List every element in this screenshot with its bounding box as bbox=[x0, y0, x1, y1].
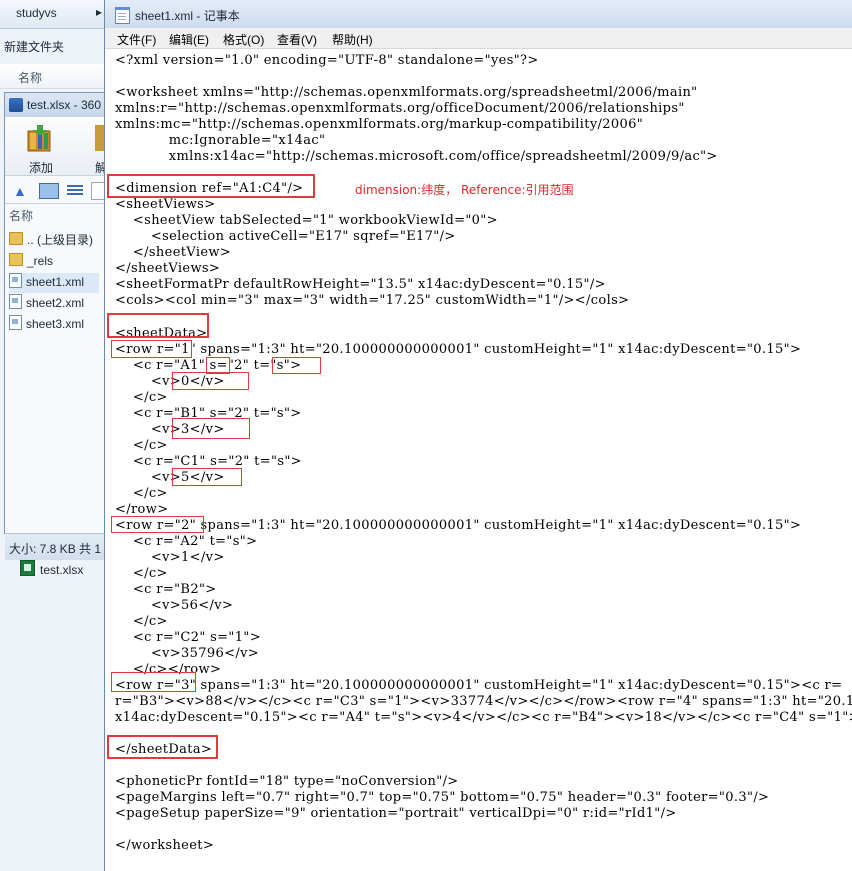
add-button-label[interactable]: 添加 bbox=[29, 159, 53, 176]
text-line: <cols><col min="3" max="3" width="17.25"… bbox=[115, 293, 630, 308]
list-item-label: .. (上级目录) bbox=[27, 233, 93, 247]
archive-title-bar[interactable]: test.xlsx - 360 bbox=[5, 93, 105, 117]
xml-file-icon bbox=[9, 294, 22, 309]
list-item-sheet2[interactable]: sheet2.xml bbox=[9, 294, 84, 314]
list-item-parent[interactable]: .. (上级目录) bbox=[9, 231, 93, 251]
list-item-rels[interactable]: _rels bbox=[9, 253, 53, 273]
text-line: </c> bbox=[115, 486, 168, 501]
text-line: </c> bbox=[115, 566, 168, 581]
explorer-window: studyvs ▸ 新建文件夹 名称 test.xlsx - 360 添加 解 … bbox=[0, 0, 107, 871]
archive-title: test.xlsx - 360 bbox=[27, 98, 102, 112]
view-icon[interactable] bbox=[39, 183, 59, 199]
file-list-header[interactable]: 名称 bbox=[5, 205, 105, 223]
text-line: <v>35796</v> bbox=[115, 646, 260, 661]
text-line: <c r="B2"> bbox=[115, 582, 217, 597]
highlight-type-s bbox=[272, 357, 321, 374]
new-folder-button[interactable]: 新建文件夹 bbox=[4, 38, 64, 55]
notepad-title: sheet1.xml - 记事本 bbox=[135, 9, 240, 23]
text-line: xmlns:r="http://schemas.openxmlformats.o… bbox=[115, 101, 685, 116]
archive-window: test.xlsx - 360 添加 解 ▲ 名称 .. (上级目录) _rel… bbox=[4, 92, 107, 560]
text-line: mc:Ignorable="x14ac" bbox=[115, 133, 326, 148]
list-view-icon[interactable] bbox=[67, 183, 83, 197]
notepad-title-bar[interactable]: sheet1.xml - 记事本 bbox=[105, 0, 852, 28]
menu-bar: 文件(F) 编辑(E) 格式(O) 查看(V) 帮助(H) bbox=[105, 28, 852, 49]
notepad-app-icon bbox=[115, 7, 130, 24]
menu-view[interactable]: 查看(V) bbox=[277, 31, 317, 48]
text-line: <sheetFormatPr defaultRowHeight="13.5" x… bbox=[115, 277, 606, 292]
folder-icon bbox=[9, 253, 23, 266]
text-line: <v>56</v> bbox=[115, 598, 234, 613]
text-line: <sheetViews> bbox=[115, 197, 216, 212]
list-item-label: sheet1.xml bbox=[26, 275, 85, 289]
highlight-row3 bbox=[111, 672, 196, 692]
text-line: <v>1</v> bbox=[115, 550, 225, 565]
list-item-label: sheet3.xml bbox=[26, 317, 85, 331]
folder-icon bbox=[9, 232, 23, 245]
text-line: <sheetView tabSelected="1" workbookViewI… bbox=[115, 213, 498, 228]
text-line: </worksheet> bbox=[115, 838, 215, 853]
menu-file[interactable]: 文件(F) bbox=[117, 31, 156, 48]
text-line: <row r="2" spans="1:3" ht="20.1000000000… bbox=[115, 518, 802, 533]
text-line: r="B3"><v>88</v></c><c r="C3" s="1"><v>3… bbox=[115, 694, 852, 709]
text-line: </c> bbox=[115, 438, 168, 453]
text-editor-area[interactable]: <?xml version="1.0" encoding="UTF-8" sta… bbox=[105, 49, 852, 871]
file-test-xlsx[interactable]: test.xlsx bbox=[20, 560, 83, 577]
xml-file-icon bbox=[9, 315, 22, 330]
highlight-row2 bbox=[111, 516, 204, 533]
excel-file-icon bbox=[20, 560, 35, 576]
xml-file-icon bbox=[9, 273, 22, 288]
text-line: <pageMargins left="0.7" right="0.7" top=… bbox=[115, 790, 770, 805]
list-item-sheet3[interactable]: sheet3.xml bbox=[9, 315, 84, 335]
text-line: <selection activeCell="E17" sqref="E17"/… bbox=[115, 229, 456, 244]
up-arrow-icon[interactable]: ▲ bbox=[13, 183, 27, 199]
highlight-dimension bbox=[107, 174, 315, 198]
archive-status-bar: 大小: 7.8 KB 共 1 bbox=[5, 533, 105, 560]
highlight-row1 bbox=[111, 340, 192, 358]
notepad-window: sheet1.xml - 记事本 文件(F) 编辑(E) 格式(O) 查看(V)… bbox=[104, 0, 852, 871]
file-list-header-label: 名称 bbox=[9, 209, 34, 223]
text-line: <row r="3" spans="1:3" ht="20.1000000000… bbox=[115, 678, 843, 693]
annotation-note: dimension:纬度， Reference:引用范围 bbox=[355, 183, 574, 197]
archive-nav-bar: ▲ bbox=[5, 177, 106, 204]
name-column-label: 名称 bbox=[18, 71, 43, 85]
text-line: </sheetViews> bbox=[115, 261, 221, 276]
highlight-v3 bbox=[172, 418, 250, 439]
highlight-sheetdata-close bbox=[107, 735, 218, 759]
text-line: </sheetView> bbox=[115, 245, 232, 260]
text-line: xmlns:x14ac="http://schemas.microsoft.co… bbox=[115, 149, 718, 164]
chevron-right-icon[interactable]: ▸ bbox=[96, 5, 102, 19]
menu-help[interactable]: 帮助(H) bbox=[332, 31, 373, 48]
text-line: </c> bbox=[115, 390, 168, 405]
menu-format[interactable]: 格式(O) bbox=[223, 31, 264, 48]
text-line: xmlns:mc="http://schemas.openxmlformats.… bbox=[115, 117, 644, 132]
add-archive-icon[interactable] bbox=[25, 123, 55, 153]
text-line: <c r="A2" t="s"> bbox=[115, 534, 258, 549]
text-line: <row r="1" spans="1:3" ht="20.1000000000… bbox=[115, 342, 802, 357]
text-line: <?xml version="1.0" encoding="UTF-8" sta… bbox=[115, 53, 539, 68]
menu-edit[interactable]: 编辑(E) bbox=[169, 31, 209, 48]
text-line: <c r="C2" s="1"> bbox=[115, 630, 261, 645]
list-item-sheet1[interactable]: sheet1.xml bbox=[9, 273, 99, 293]
text-line: x14ac:dyDescent="0.15"><c r="A4" t="s"><… bbox=[115, 710, 852, 725]
highlight-v5 bbox=[172, 468, 242, 486]
archive-toolbar: 添加 解 bbox=[5, 117, 107, 176]
list-item-label: _rels bbox=[27, 254, 54, 268]
list-item-label: sheet2.xml bbox=[26, 296, 85, 310]
address-bar[interactable]: studyvs ▸ bbox=[0, 0, 104, 29]
highlight-v0 bbox=[172, 372, 249, 390]
text-line: </c> bbox=[115, 614, 168, 629]
text-line: <pageSetup paperSize="9" orientation="po… bbox=[115, 806, 677, 821]
breadcrumb-studyvs[interactable]: studyvs bbox=[16, 6, 57, 20]
text-line: <phoneticPr fontId="18" type="noConversi… bbox=[115, 774, 459, 789]
highlight-sheetdata-open bbox=[107, 313, 209, 338]
text-line: <worksheet xmlns="http://schemas.openxml… bbox=[115, 85, 698, 100]
file-test-xlsx-label: test.xlsx bbox=[40, 563, 84, 577]
archive-app-icon bbox=[9, 98, 23, 112]
name-column-header[interactable]: 名称 bbox=[0, 64, 104, 89]
archive-status-text: 大小: 7.8 KB 共 1 bbox=[9, 542, 102, 556]
